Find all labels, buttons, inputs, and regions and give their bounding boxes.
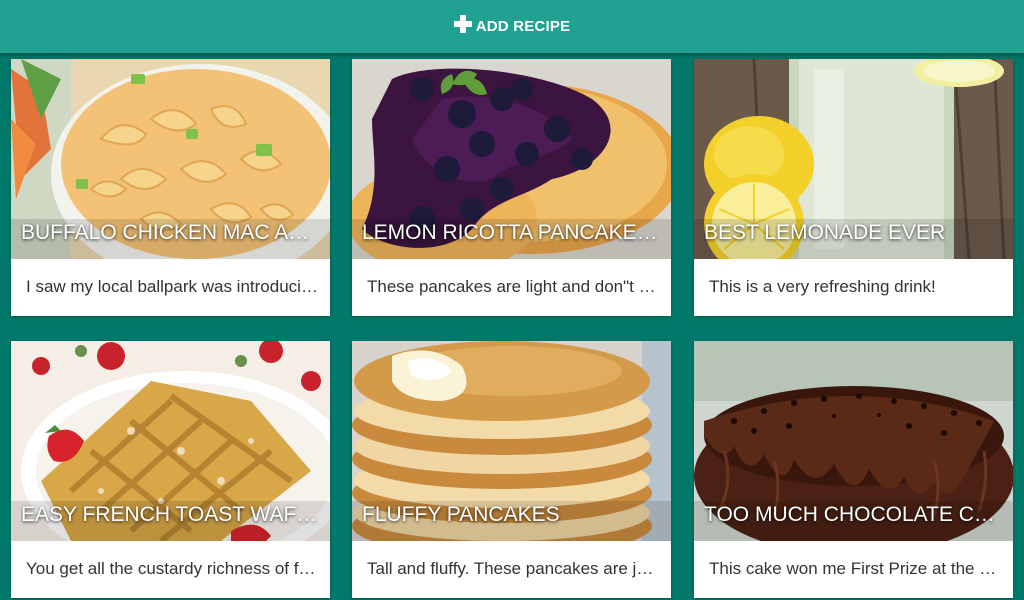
recipe-description: This cake won me First Prize at the stat… — [709, 559, 1003, 578]
recipe-title: BUFFALO CHICKEN MAC AND CHEESE — [21, 221, 324, 244]
recipe-card[interactable]: BEST LEMONADE EVER This is a very refres… — [694, 59, 1013, 316]
top-toolbar: ADD RECIPE — [0, 0, 1024, 53]
recipe-description: I saw my local ballpark was introducing … — [26, 277, 320, 296]
recipe-description: You get all the custardy richness of fre… — [26, 559, 320, 578]
recipe-title: LEMON RICOTTA PANCAKES WITH BLUEBERRY SA… — [362, 221, 665, 244]
recipe-card[interactable]: BUFFALO CHICKEN MAC AND CHEESE I saw my … — [11, 59, 330, 316]
recipe-title: FLUFFY PANCAKES — [362, 503, 560, 526]
recipe-card[interactable]: LEMON RICOTTA PANCAKES WITH BLUEBERRY SA… — [352, 59, 671, 316]
recipe-card[interactable]: TOO MUCH CHOCOLATE CAKE This cake won me… — [694, 341, 1013, 598]
recipe-card[interactable]: EASY FRENCH TOAST WAFFLES You get all th… — [11, 341, 330, 598]
recipe-title: TOO MUCH CHOCOLATE CAKE — [704, 503, 1007, 526]
recipe-title: BEST LEMONADE EVER — [704, 221, 946, 244]
add-recipe-button[interactable]: ADD RECIPE — [453, 15, 571, 35]
plus-icon — [453, 15, 472, 33]
recipe-description: These pancakes are light and don"t need … — [367, 277, 661, 296]
recipe-description: This is a very refreshing drink! — [709, 277, 936, 296]
recipe-card[interactable]: FLUFFY PANCAKES Tall and fluffy. These p… — [352, 341, 671, 598]
recipe-description: Tall and fluffy. These pancakes are just… — [367, 559, 661, 578]
recipe-title: EASY FRENCH TOAST WAFFLES — [21, 503, 324, 526]
add-recipe-label: ADD RECIPE — [475, 18, 571, 35]
